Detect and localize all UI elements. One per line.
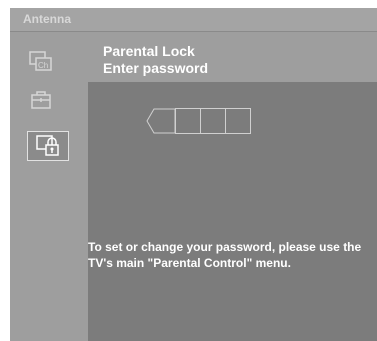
arrow-left-icon xyxy=(146,108,176,134)
sidebar-item-parental-lock[interactable] xyxy=(27,131,69,161)
header-panel: Parental Lock Enter password xyxy=(88,32,377,82)
title-bar: Antenna xyxy=(10,8,377,32)
tv-menu-screen: Antenna Ch Parental Lock Enter password … xyxy=(10,8,377,341)
page-title: Parental Lock xyxy=(103,43,195,59)
pin-digit-1[interactable] xyxy=(175,108,201,134)
sidebar: Ch xyxy=(10,32,88,341)
pin-digit-2[interactable] xyxy=(200,108,226,134)
toolbox-icon xyxy=(31,91,51,109)
pin-entry[interactable] xyxy=(146,108,266,134)
page-subtitle: Enter password xyxy=(103,60,209,76)
info-message: To set or change your password, please u… xyxy=(88,240,362,270)
sidebar-item-settings[interactable] xyxy=(27,89,55,113)
sidebar-item-channels[interactable]: Ch xyxy=(27,50,55,74)
pin-digit-3[interactable] xyxy=(225,108,251,134)
parental-lock-icon xyxy=(36,135,59,156)
window-title: Antenna xyxy=(23,12,71,26)
channel-list-icon: Ch xyxy=(29,51,52,71)
channel-icon-label: Ch xyxy=(38,61,48,70)
